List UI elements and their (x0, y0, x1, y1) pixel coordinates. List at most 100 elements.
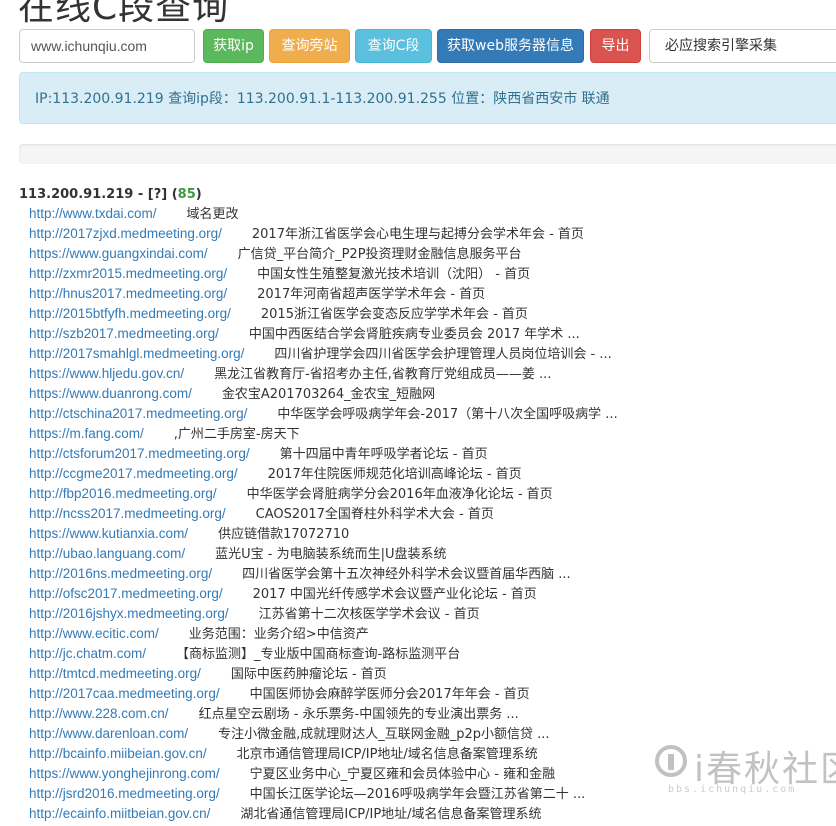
results-list: 113.200.91.219 - [?] (85) http://www.txd… (19, 186, 836, 824)
result-row: http://szb2017.medmeeting.org/中国中西医结合学会肾… (19, 324, 836, 344)
result-row: http://2015btfyfh.medmeeting.org/2015浙江省… (19, 304, 836, 324)
result-row: https://www.kutianxia.com/供应链借款17072710 (19, 524, 836, 544)
result-title: 2017 中国光纤传感学术会议暨产业化论坛 - 首页 (252, 587, 537, 602)
result-title: 国际中医药肿瘤论坛 - 首页 (230, 667, 387, 682)
ip-info-alert: IP:113.200.91.219 查询ip段：113.200.91.1-113… (19, 72, 836, 124)
result-title: 四川省护理学会四川省医学会护理管理人员岗位培训会 - ... (274, 347, 612, 362)
result-row: http://tmtcd.medmeeting.org/国际中医药肿瘤论坛 - … (19, 664, 836, 684)
ichunqiu-logo-icon (655, 745, 687, 777)
result-title: 中华医学会呼吸病学年会-2017（第十八次全国呼吸病学 ... (277, 407, 618, 422)
result-url-link[interactable]: http://ctschina2017.medmeeting.org/ (29, 406, 247, 421)
result-row: https://www.duanrong.com/金农宝A201703264_金… (19, 384, 836, 404)
result-title: 江苏省第十二次核医学学术会议 - 首页 (258, 607, 480, 622)
result-url-link[interactable]: https://www.hljedu.gov.cn/ (29, 366, 184, 381)
result-url-link[interactable]: https://www.kutianxia.com/ (29, 526, 188, 541)
result-url-link[interactable]: http://jsrd2016.medmeeting.org/ (29, 786, 220, 801)
result-row: http://2017smahlgl.medmeeting.org/四川省护理学… (19, 344, 836, 364)
watermark-url: bbs.ichunqiu.com (668, 784, 797, 795)
result-title: 红点星空云剧场 - 永乐票务-中国领先的专业演出票务 ... (198, 707, 519, 722)
result-url-link[interactable]: http://bcainfo.miibeian.gov.cn/ (29, 746, 207, 761)
result-url-link[interactable]: http://www.txdai.com/ (29, 206, 157, 221)
result-row: http://www.txdai.com/域名更改 (19, 204, 836, 224)
result-title: 中国长江医学论坛—2016呼吸病学年会暨江苏省第二十 ... (249, 787, 586, 802)
result-title: 第十四届中青年呼吸学者论坛 - 首页 (279, 447, 488, 462)
result-title: 中国医师协会麻醉学医师分会2017年年会 - 首页 (249, 687, 530, 702)
result-title: 2017年住院医师规范化培训高峰论坛 - 首页 (267, 467, 522, 482)
result-row: http://ncss2017.medmeeting.org/CAOS2017全… (19, 504, 836, 524)
result-row: http://fbp2016.medmeeting.org/中华医学会肾脏病学分… (19, 484, 836, 504)
page-title: 在线C段查询 (18, 0, 230, 28)
result-url-link[interactable]: https://www.yonghejinrong.com/ (29, 766, 220, 781)
result-row: https://www.guangxindai.com/广信贷_平台简介_P2P… (19, 244, 836, 264)
result-url-link[interactable]: http://2017zjxd.medmeeting.org/ (29, 226, 222, 241)
result-title: 2017年河南省超声医学学术年会 - 首页 (257, 287, 486, 302)
result-title: 供应链借款17072710 (218, 527, 350, 542)
result-url-link[interactable]: http://zxmr2015.medmeeting.org/ (29, 266, 227, 281)
result-url-link[interactable]: http://ecainfo.miitbeian.gov.cn/ (29, 806, 210, 821)
result-row: http://ofsc2017.medmeeting.org/2017 中国光纤… (19, 584, 836, 604)
result-row: https://www.hljedu.gov.cn/黑龙江省教育厅-省招考办主任… (19, 364, 836, 384)
result-row: http://2017zjxd.medmeeting.org/2017年浙江省医… (19, 224, 836, 244)
result-url-link[interactable]: https://www.guangxindai.com/ (29, 246, 208, 261)
result-title: 专注小微金融,成就理财达人_互联网金融_p2p小额信贷 ... (218, 727, 550, 742)
result-title: 2017年浙江省医学会心电生理与起搏分会学术年会 - 首页 (251, 227, 584, 242)
query-side-site-button[interactable]: 查询旁站 (269, 29, 350, 63)
result-title: 域名更改 (186, 207, 239, 222)
get-web-server-info-button[interactable]: 获取web服务器信息 (437, 29, 584, 63)
result-title: 2015浙江省医学会变态反应学学术年会 - 首页 (260, 307, 528, 322)
result-url-link[interactable]: http://ccgme2017.medmeeting.org/ (29, 466, 238, 481)
result-group-header: 113.200.91.219 - [?] (85) (19, 186, 836, 204)
result-title: 宁夏区业务中心_宁夏区雍和会员体验中心 - 雍和金融 (249, 767, 556, 782)
result-title: 四川省医学会第十五次神经外科学术会议暨首届华西脑 ... (242, 567, 571, 582)
result-row: http://2016ns.medmeeting.org/四川省医学会第十五次神… (19, 564, 836, 584)
progress-bar (19, 144, 836, 164)
get-ip-button[interactable]: 获取ip (203, 29, 264, 63)
result-title: 中华医学会肾脏病学分会2016年血液净化论坛 - 首页 (246, 487, 553, 502)
result-url-link[interactable]: http://2016ns.medmeeting.org/ (29, 566, 212, 581)
result-url-link[interactable]: http://www.228.com.cn/ (29, 706, 169, 721)
result-title: 蓝光U宝 - 为电脑装系统而生|U盘装系统 (215, 547, 447, 562)
result-title: 业务范围：业务介绍>中信资产 (188, 627, 369, 642)
result-row: http://ctsforum2017.medmeeting.org/第十四届中… (19, 444, 836, 464)
result-url-link[interactable]: http://www.ecitic.com/ (29, 626, 159, 641)
result-url-link[interactable]: http://tmtcd.medmeeting.org/ (29, 666, 201, 681)
domain-input[interactable] (19, 29, 195, 63)
result-url-link[interactable]: http://2017smahlgl.medmeeting.org/ (29, 346, 244, 361)
result-url-link[interactable]: http://ctsforum2017.medmeeting.org/ (29, 446, 250, 461)
result-url-link[interactable]: http://ofsc2017.medmeeting.org/ (29, 586, 223, 601)
result-url-link[interactable]: http://ubao.languang.com/ (29, 546, 185, 561)
result-url-link[interactable]: http://2017caa.medmeeting.org/ (29, 686, 220, 701)
result-url-link[interactable]: http://fbp2016.medmeeting.org/ (29, 486, 217, 501)
result-url-link[interactable]: https://m.fang.com/ (29, 426, 144, 441)
result-title: ,广州二手房室-房天下 (173, 427, 300, 442)
result-url-link[interactable]: http://szb2017.medmeeting.org/ (29, 326, 219, 341)
result-row: http://www.ecitic.com/业务范围：业务介绍>中信资产 (19, 624, 836, 644)
result-title: 金农宝A201703264_金农宝_短融网 (221, 387, 436, 402)
result-row: http://zxmr2015.medmeeting.org/中国女性生殖整复激… (19, 264, 836, 284)
result-url-link[interactable]: http://ncss2017.medmeeting.org/ (29, 506, 226, 521)
result-title: 中国中西医结合学会肾脏疾病专业委员会 2017 年学术 ... (248, 327, 580, 342)
result-row: http://2016jshyx.medmeeting.org/江苏省第十二次核… (19, 604, 836, 624)
search-engine-select[interactable]: 必应搜索引擎采集 (649, 29, 836, 63)
result-url-link[interactable]: http://www.darenloan.com/ (29, 726, 188, 741)
query-c-segment-button[interactable]: 查询C段 (355, 29, 432, 63)
result-row: https://m.fang.com/ ,广州二手房室-房天下 (19, 424, 836, 444)
result-group-suffix: ) (195, 187, 202, 202)
result-title: 黑龙江省教育厅-省招考办主任,省教育厅党组成员——姜 ... (214, 367, 552, 382)
result-title: 北京市通信管理局ICP/IP地址/域名信息备案管理系统 (236, 747, 538, 762)
result-row: http://ubao.languang.com/蓝光U宝 - 为电脑装系统而生… (19, 544, 836, 564)
result-url-link[interactable]: http://jc.chatm.com/ (29, 646, 146, 661)
result-row: http://hnus2017.medmeeting.org/2017年河南省超… (19, 284, 836, 304)
result-title: CAOS2017全国脊柱外科学术大会 - 首页 (255, 507, 494, 522)
result-url-link[interactable]: https://www.duanrong.com/ (29, 386, 192, 401)
result-title: 【商标监测】_专业版中国商标查询-路标监测平台 (176, 647, 461, 662)
result-url-link[interactable]: http://hnus2017.medmeeting.org/ (29, 286, 227, 301)
result-url-link[interactable]: http://2016jshyx.medmeeting.org/ (29, 606, 229, 621)
result-title: 湖北省通信管理局ICP/IP地址/域名信息备案管理系统 (240, 807, 542, 822)
result-title: 中国女性生殖整复激光技术培训（沈阳） - 首页 (257, 267, 531, 282)
result-count: 85 (177, 187, 196, 202)
result-group-ip: 113.200.91.219 - [?] ( (19, 187, 178, 202)
result-url-link[interactable]: http://2015btfyfh.medmeeting.org/ (29, 306, 231, 321)
export-button[interactable]: 导出 (590, 29, 641, 63)
result-title: 广信贷_平台简介_P2P投资理财金融信息服务平台 (237, 247, 522, 262)
